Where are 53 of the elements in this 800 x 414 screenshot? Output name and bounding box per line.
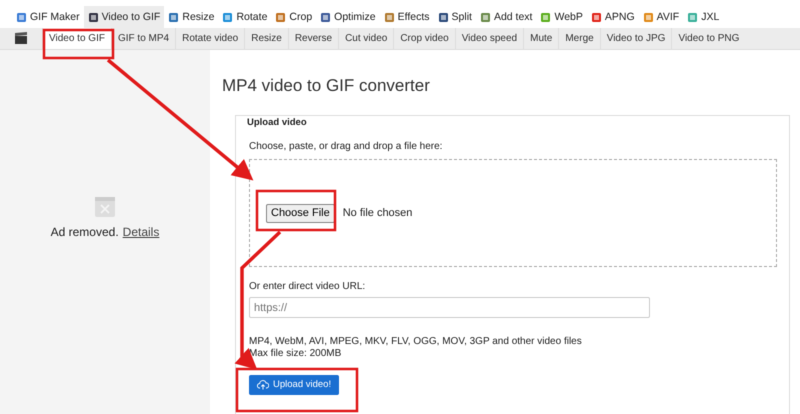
tool-icon: [320, 12, 332, 22]
tab[interactable]: Video speed: [454, 28, 524, 49]
page-title: MP4 video to GIF converter: [222, 75, 431, 97]
tab[interactable]: Resize: [244, 28, 288, 49]
section-legend: Upload video: [247, 116, 777, 129]
url-field[interactable]: https://: [249, 297, 650, 318]
tool-icon: [642, 12, 654, 22]
highlight-frame: [42, 28, 114, 60]
tool-icon: [687, 12, 698, 22]
nav-link[interactable]: Video to GIF: [84, 6, 164, 28]
tool-icon: [168, 12, 180, 22]
nav-link[interactable]: Effects: [380, 6, 434, 28]
cloud-upload-icon: [257, 380, 269, 390]
drop-zone[interactable]: Choose File No file chosen: [249, 159, 777, 267]
tool-icon: [438, 12, 449, 22]
tab[interactable]: Cut video: [338, 28, 394, 49]
tab[interactable]: Video to JPG: [600, 28, 672, 49]
ad-removed-icon: [94, 196, 116, 218]
ad-text: Ad removed.: [50, 226, 119, 238]
nav-link[interactable]: Add text: [476, 6, 536, 28]
clapperboard-icon: [14, 32, 28, 45]
tab[interactable]: Crop video: [393, 28, 455, 49]
tab[interactable]: Mute: [523, 28, 558, 49]
nav-link[interactable]: APNG: [586, 6, 639, 28]
tab[interactable]: Merge: [558, 28, 600, 49]
tab[interactable]: Video to PNG: [671, 28, 746, 49]
file-status: No file chosen: [342, 207, 412, 219]
tool-icon: [480, 12, 491, 22]
tool-icon: [384, 12, 395, 22]
nav-link[interactable]: AVIF: [638, 6, 684, 28]
nav-link[interactable]: JXL: [683, 6, 724, 28]
choose-file-button[interactable]: Choose File: [266, 204, 335, 222]
tool-icon: [275, 12, 286, 22]
tool-icon: [590, 12, 602, 22]
format-info: MP4, WebM, AVI, MPEG, MKV, FLV, OGG, MOV, 3GP and other video files: [249, 336, 583, 348]
upload-prompt: Choose, paste, or drag and drop a file here:: [249, 141, 444, 153]
tab[interactable]: Reverse: [288, 28, 338, 49]
nav-link[interactable]: Resize: [164, 6, 218, 28]
upload-button[interactable]: Upload video!: [249, 375, 340, 395]
url-label: Or enter direct video URL:: [249, 281, 366, 293]
nav-link[interactable]: Split: [434, 6, 476, 28]
nav-link[interactable]: Rotate: [218, 6, 272, 28]
tool-icon: [222, 12, 234, 22]
details-link[interactable]: Details: [122, 226, 160, 238]
nav-link[interactable]: Crop: [271, 6, 316, 28]
tool-icon: [16, 12, 27, 22]
nav-link[interactable]: WebP: [536, 6, 587, 28]
tool-icon: [88, 12, 99, 22]
nav-link[interactable]: GIF Maker: [12, 6, 84, 28]
tab[interactable]: GIF to MP4: [110, 28, 176, 49]
tool-icon: [540, 12, 552, 22]
tab[interactable]: Rotate video: [175, 28, 244, 49]
nav-link[interactable]: Optimize: [316, 6, 380, 28]
